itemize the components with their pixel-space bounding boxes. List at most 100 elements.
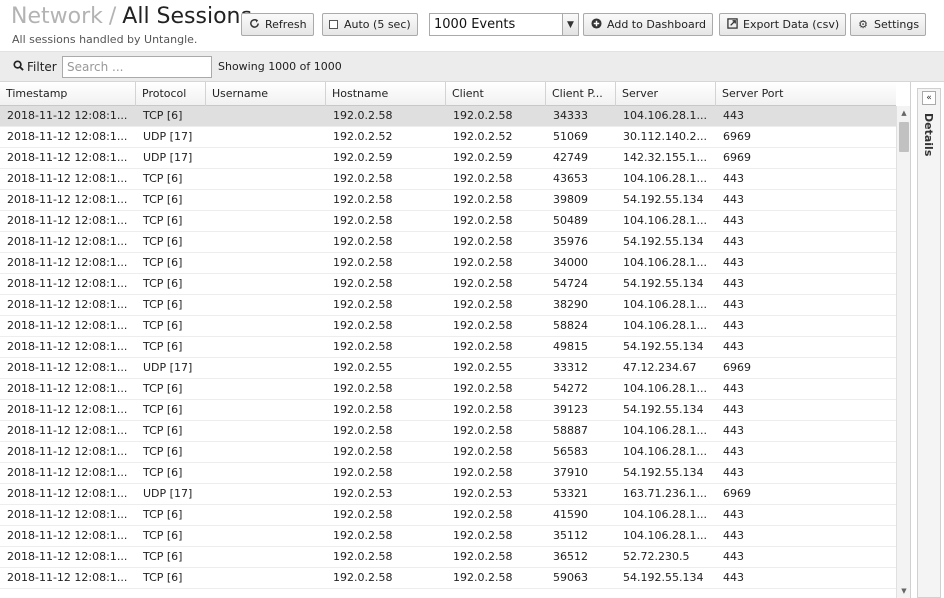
cell-hostname: 192.0.2.58: [333, 403, 393, 416]
table-row[interactable]: 2018-11-12 12:08:1... TCP [6] 192.0.2.58 19…: [0, 505, 896, 526]
chevron-down-icon[interactable]: ▼: [562, 14, 578, 35]
cell-server: 142.32.155.1...: [623, 151, 707, 164]
export-data-button[interactable]: Export Data (csv): [719, 13, 847, 36]
filter-label: Filter: [13, 60, 57, 74]
table-row[interactable]: 2018-11-12 12:08:1... TCP [6] 192.0.2.58 19…: [0, 547, 896, 568]
cell-client-port: 54272: [553, 382, 588, 395]
cell-username: [206, 106, 326, 126]
cell-hostname: 192.0.2.58: [333, 550, 393, 563]
cell-client: 192.0.2.58: [453, 340, 513, 353]
details-panel-label: Details: [922, 113, 935, 157]
cell-protocol: TCP [6]: [143, 172, 183, 185]
cell-server-port: 443: [723, 382, 744, 395]
cell-username: [206, 295, 326, 315]
auto-refresh-checkbox[interactable]: [329, 20, 338, 29]
cell-client-port: 38290: [553, 298, 588, 311]
cell-timestamp: 2018-11-12 12:08:1...: [7, 109, 128, 122]
refresh-button[interactable]: Refresh: [241, 13, 314, 36]
column-header-username[interactable]: Username: [206, 82, 326, 106]
details-panel[interactable]: « Details: [917, 88, 941, 598]
settings-button[interactable]: ⚙ Settings: [850, 13, 927, 36]
column-header-client-port[interactable]: Client P...: [546, 82, 616, 106]
cell-client-port: 54724: [553, 277, 588, 290]
table-row[interactable]: 2018-11-12 12:08:1... TCP [6] 192.0.2.58 19…: [0, 316, 896, 337]
cell-server: 104.106.28.1...: [623, 382, 707, 395]
column-header-client[interactable]: Client: [446, 82, 546, 106]
cell-server: 104.106.28.1...: [623, 529, 707, 542]
column-header-timestamp[interactable]: Timestamp: [0, 82, 136, 106]
events-limit-select[interactable]: 1000 Events ▼: [429, 13, 579, 36]
table-row[interactable]: 2018-11-12 12:08:1... TCP [6] 192.0.2.58 19…: [0, 274, 896, 295]
export-icon: [726, 17, 738, 32]
cell-server-port: 443: [723, 214, 744, 227]
cell-protocol: UDP [17]: [143, 151, 193, 164]
cell-protocol: TCP [6]: [143, 508, 183, 521]
search-icon: [13, 60, 24, 74]
table-row[interactable]: 2018-11-12 12:08:1... UDP [17] 192.0.2.59 1…: [0, 148, 896, 169]
gear-icon: ⚙: [858, 18, 868, 31]
filter-label-text: Filter: [27, 60, 57, 74]
table-row[interactable]: 2018-11-12 12:08:1... TCP [6] 192.0.2.58 19…: [0, 463, 896, 484]
cell-server-port: 6969: [723, 130, 751, 143]
column-header-server-port[interactable]: Server Port: [716, 82, 896, 106]
table-row[interactable]: 2018-11-12 12:08:1... TCP [6] 192.0.2.58 19…: [0, 379, 896, 400]
table-row[interactable]: 2018-11-12 12:08:1... TCP [6] 192.0.2.58 19…: [0, 442, 896, 463]
cell-server: 54.192.55.134: [623, 466, 704, 479]
table-row[interactable]: 2018-11-12 12:08:1... TCP [6] 192.0.2.58 19…: [0, 106, 896, 127]
table-row[interactable]: 2018-11-12 12:08:1... TCP [6] 192.0.2.58 19…: [0, 295, 896, 316]
cell-protocol: TCP [6]: [143, 298, 183, 311]
table-row[interactable]: 2018-11-12 12:08:1... UDP [17] 192.0.2.53 1…: [0, 484, 896, 505]
cell-server-port: 443: [723, 550, 744, 563]
cell-client: 192.0.2.58: [453, 109, 513, 122]
table-row[interactable]: 2018-11-12 12:08:1... TCP [6] 192.0.2.58 19…: [0, 421, 896, 442]
cell-protocol: TCP [6]: [143, 340, 183, 353]
cell-hostname: 192.0.2.58: [333, 298, 393, 311]
cell-client-port: 51069: [553, 130, 588, 143]
cell-protocol: TCP [6]: [143, 109, 183, 122]
cell-server: 30.112.140.2...: [623, 130, 707, 143]
table-row[interactable]: 2018-11-12 12:08:1... TCP [6] 192.0.2.58 19…: [0, 526, 896, 547]
cell-protocol: TCP [6]: [143, 466, 183, 479]
table-row[interactable]: 2018-11-12 12:08:1... TCP [6] 192.0.2.58 19…: [0, 232, 896, 253]
table-row[interactable]: 2018-11-12 12:08:1... TCP [6] 192.0.2.58 19…: [0, 211, 896, 232]
events-limit-value: 1000 Events: [434, 17, 516, 32]
search-input[interactable]: [62, 56, 212, 78]
table-row[interactable]: 2018-11-12 12:08:1... UDP [17] 192.0.2.55 1…: [0, 358, 896, 379]
breadcrumb-network[interactable]: Network: [11, 4, 103, 29]
cell-timestamp: 2018-11-12 12:08:1...: [7, 340, 128, 353]
column-header-hostname[interactable]: Hostname: [326, 82, 446, 106]
column-header-protocol[interactable]: Protocol: [136, 82, 206, 106]
table-row[interactable]: 2018-11-12 12:08:1... TCP [6] 192.0.2.58 19…: [0, 400, 896, 421]
cell-server-port: 443: [723, 172, 744, 185]
column-header-server[interactable]: Server: [616, 82, 716, 106]
vertical-scrollbar[interactable]: ▲ ▼: [896, 106, 910, 598]
table-row[interactable]: 2018-11-12 12:08:1... TCP [6] 192.0.2.58 19…: [0, 253, 896, 274]
table-row[interactable]: 2018-11-12 12:08:1... TCP [6] 192.0.2.58 19…: [0, 568, 896, 589]
breadcrumb-current: All Sessions: [122, 4, 252, 29]
cell-client: 192.0.2.58: [453, 382, 513, 395]
cell-server: 47.12.234.67: [623, 361, 697, 374]
cell-server-port: 443: [723, 466, 744, 479]
cell-client: 192.0.2.58: [453, 529, 513, 542]
add-to-dashboard-button[interactable]: Add to Dashboard: [583, 13, 714, 36]
scroll-down-icon[interactable]: ▼: [897, 585, 910, 597]
cell-client: 192.0.2.58: [453, 256, 513, 269]
cell-server: 104.106.28.1...: [623, 445, 707, 458]
table-row[interactable]: 2018-11-12 12:08:1... TCP [6] 192.0.2.58 19…: [0, 190, 896, 211]
cell-protocol: UDP [17]: [143, 487, 193, 500]
table-row[interactable]: 2018-11-12 12:08:1... UDP [17] 192.0.2.52 1…: [0, 127, 896, 148]
cell-protocol: TCP [6]: [143, 319, 183, 332]
scrollbar-thumb[interactable]: [899, 122, 909, 152]
double-chevron-left-icon[interactable]: «: [922, 91, 936, 105]
grid-rows: 2018-11-12 12:08:1... TCP [6] 192.0.2.58 19…: [0, 106, 896, 589]
cell-username: [206, 505, 326, 525]
auto-refresh-toggle[interactable]: Auto (5 sec): [322, 13, 418, 36]
cell-username: [206, 484, 326, 504]
breadcrumb-separator: /: [108, 4, 117, 29]
cell-hostname: 192.0.2.53: [333, 487, 393, 500]
scroll-up-icon[interactable]: ▲: [897, 107, 910, 119]
table-row[interactable]: 2018-11-12 12:08:1... TCP [6] 192.0.2.58 19…: [0, 169, 896, 190]
cell-server-port: 443: [723, 529, 744, 542]
table-row[interactable]: 2018-11-12 12:08:1... TCP [6] 192.0.2.58 19…: [0, 337, 896, 358]
cell-timestamp: 2018-11-12 12:08:1...: [7, 529, 128, 542]
